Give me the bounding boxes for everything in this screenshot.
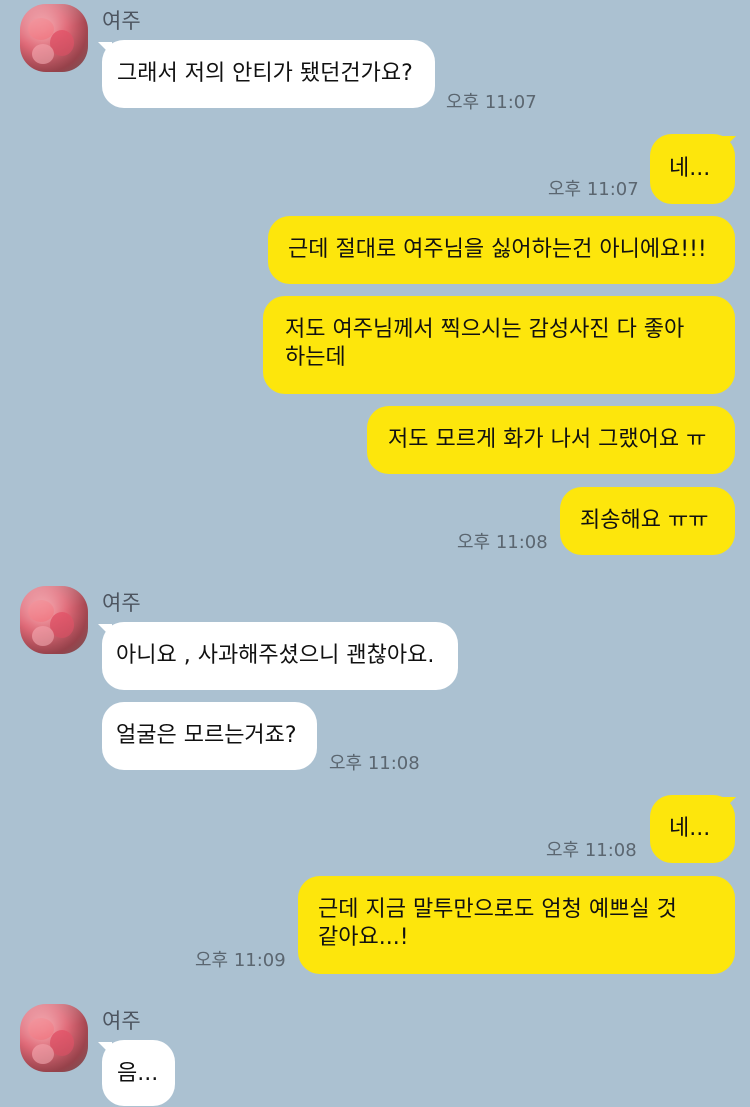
message-text: 네...	[669, 816, 711, 841]
sender-avatar[interactable]	[20, 4, 88, 72]
sender-name: 여주	[102, 591, 141, 615]
message-text: 아니요 , 사과해주셨으니 괜찮아요.	[116, 643, 435, 668]
message-bubble-outgoing[interactable]: 근데 절대로 여주님을 싫어하는건 아니에요!!!	[268, 216, 735, 284]
message-time: 오후 11:09	[195, 950, 286, 971]
message-text: 음...	[117, 1061, 159, 1086]
message-time: 오후 11:08	[329, 753, 420, 774]
sender-avatar[interactable]	[20, 586, 88, 654]
message-bubble-outgoing[interactable]: 저도 모르게 화가 나서 그랬어요 ㅠ	[367, 406, 735, 474]
message-text: 얼굴은 모르는거죠?	[116, 723, 297, 748]
bubble-tail	[722, 136, 736, 150]
message-bubble-incoming[interactable]: 얼굴은 모르는거죠?	[102, 702, 317, 770]
message-time: 오후 11:08	[457, 532, 548, 553]
message-text: 근데 절대로 여주님을 싫어하는건 아니에요!!!	[288, 237, 707, 262]
message-time: 오후 11:07	[446, 92, 537, 113]
message-bubble-incoming[interactable]: 아니요 , 사과해주셨으니 괜찮아요.	[102, 622, 458, 690]
sender-name: 여주	[102, 9, 141, 33]
message-bubble-outgoing[interactable]: 근데 지금 말투만으로도 엄청 예쁘실 것 같아요...!	[298, 876, 735, 974]
message-text: 네...	[669, 156, 711, 181]
message-time: 오후 11:08	[546, 840, 637, 861]
message-bubble-outgoing[interactable]: 저도 여주님께서 찍으시는 감성사진 다 좋아 하는데	[263, 296, 735, 394]
sender-avatar[interactable]	[20, 1004, 88, 1072]
message-text: 저도 모르게 화가 나서 그랬어요 ㅠ	[388, 427, 707, 452]
message-bubble-incoming[interactable]: 음...	[102, 1040, 175, 1106]
bubble-tail	[722, 797, 736, 811]
message-bubble-outgoing[interactable]: 죄송해요 ㅠㅠ	[560, 487, 735, 555]
message-text: 그래서 저의 안티가 됐던건가요?	[117, 61, 413, 86]
message-text-line: 하는데	[285, 345, 346, 370]
sender-name: 여주	[102, 1009, 141, 1033]
message-time: 오후 11:07	[548, 179, 639, 200]
message-text: 죄송해요 ㅠㅠ	[580, 508, 709, 533]
message-text-line: 같아요...!	[318, 925, 409, 950]
chat-view: 여주 그래서 저의 안티가 됐던건가요? 오후 11:07 네... 오후 11…	[0, 0, 750, 1107]
message-bubble-incoming[interactable]: 그래서 저의 안티가 됐던건가요?	[102, 40, 435, 108]
